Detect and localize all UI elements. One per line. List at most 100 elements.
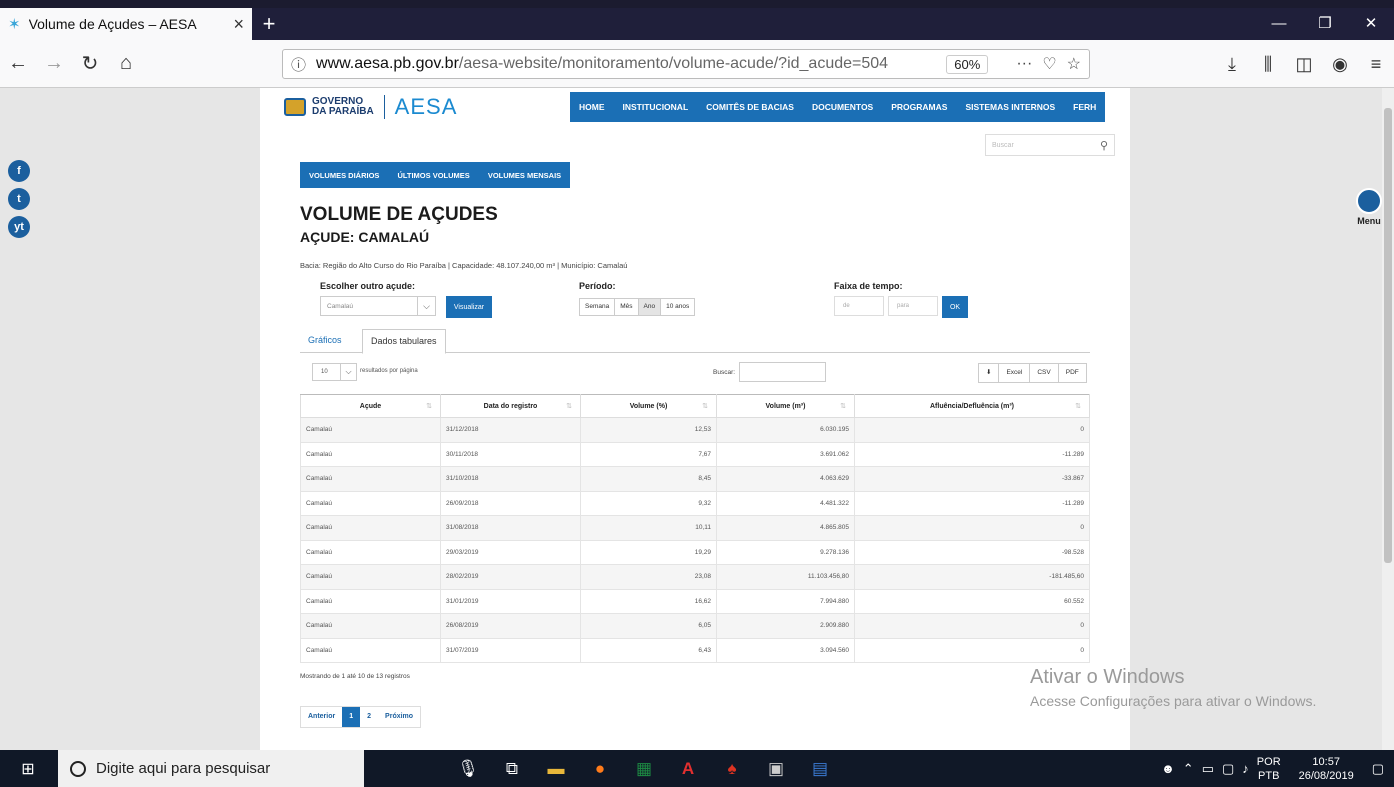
zoom-indicator[interactable]: 60%	[946, 54, 989, 74]
acrobat-icon[interactable]: ♠	[710, 759, 754, 779]
pager-page-2[interactable]: 2	[360, 707, 378, 727]
scrollbar-thumb[interactable]	[1384, 108, 1392, 563]
nav-comites[interactable]: COMITÊS DE BACIAS	[697, 102, 803, 112]
file-explorer-icon[interactable]: ▬	[534, 759, 578, 779]
reload-icon[interactable]: ↻	[72, 51, 108, 76]
clock[interactable]: 10:57 26/08/2019	[1299, 755, 1354, 783]
date-from-input[interactable]: de	[834, 296, 884, 316]
nav-programas[interactable]: PROGRAMAS	[882, 102, 956, 112]
access-icon[interactable]: A	[666, 759, 710, 779]
table-header-row: Açude ⇅ Data do registro ⇅ Volume (%) ⇅ Vol…	[300, 394, 1090, 418]
site-search-input[interactable]: Buscar ⚲	[985, 134, 1115, 156]
site-logo[interactable]: GOVERNO DA PARAÍBA AESA	[284, 94, 457, 120]
language-indicator[interactable]: POR PTB	[1257, 755, 1281, 783]
subnav-volumes-mensais[interactable]: VOLUMES MENSAIS	[479, 171, 570, 180]
pager-page-1[interactable]: 1	[342, 707, 361, 727]
period-semana[interactable]: Semana	[580, 299, 616, 315]
people-icon[interactable]: ☻	[1161, 761, 1175, 776]
close-window-icon[interactable]: ✕	[1348, 8, 1394, 40]
site-info-icon[interactable]: ⓘ	[291, 54, 306, 75]
account-icon[interactable]: ◉	[1322, 54, 1358, 75]
network-icon[interactable]: ▢	[1222, 761, 1234, 777]
pager-previous[interactable]: Anterior	[301, 707, 342, 727]
export-excel-button[interactable]: Excel	[999, 364, 1031, 382]
date-to-input[interactable]: para	[888, 296, 938, 316]
pocket-icon[interactable]: ♡	[1042, 54, 1056, 74]
search-icon[interactable]: ⚲	[1100, 139, 1108, 152]
library-icon[interactable]: ⫼	[1250, 54, 1286, 75]
taskbar-search[interactable]: Digite aqui para pesquisar	[58, 750, 364, 787]
col-acude[interactable]: Açude ⇅	[300, 394, 441, 418]
cell-afluencia: -98.528	[854, 539, 1090, 565]
address-bar[interactable]: ⓘ www.aesa.pb.gov.br/aesa-website/monito…	[282, 49, 1090, 79]
chevron-down-icon: ⌵	[340, 364, 356, 380]
forward-arrow-icon[interactable]: →	[36, 52, 72, 75]
table-row: Camalaú 31/01/2019 16,62 7.994.880 60.552	[300, 588, 1090, 614]
cell-acude: Camalaú	[300, 417, 441, 443]
col-volume-pct[interactable]: Volume (%) ⇅	[580, 394, 717, 418]
download-icon[interactable]: ⤓	[1214, 54, 1250, 75]
nav-sistemas[interactable]: SISTEMAS INTERNOS	[956, 102, 1064, 112]
ok-button[interactable]: OK	[942, 296, 968, 318]
youtube-icon[interactable]: yt	[8, 216, 30, 238]
tab-charts[interactable]: Gráficos	[308, 335, 342, 345]
volume-icon[interactable]: ♪	[1242, 761, 1249, 776]
task-view-icon[interactable]: ⧉	[490, 759, 534, 779]
window-top-edge	[0, 0, 1394, 8]
page-actions-icon[interactable]: ···	[1016, 55, 1032, 73]
paraiba-crest-icon	[284, 98, 306, 116]
battery-icon[interactable]: ▭	[1202, 761, 1214, 777]
period-mes[interactable]: Mês	[615, 299, 639, 315]
notifications-icon[interactable]: ▢	[1372, 761, 1384, 777]
nav-ferh[interactable]: FERH	[1064, 102, 1105, 112]
firefox-icon[interactable]: ●	[578, 759, 622, 779]
subnav-ultimos-volumes[interactable]: ÚLTIMOS VOLUMES	[388, 171, 478, 180]
view-button[interactable]: Visualizar	[446, 296, 492, 318]
export-csv-button[interactable]: CSV	[1030, 364, 1059, 382]
taskbar-search-placeholder: Digite aqui para pesquisar	[96, 760, 271, 777]
home-icon[interactable]: ⌂	[108, 52, 144, 75]
reservoir-select[interactable]: Camalaú ⌵	[320, 296, 436, 316]
sidebar-icon[interactable]: ◫	[1286, 54, 1322, 75]
nav-documentos[interactable]: DOCUMENTOS	[803, 102, 882, 112]
download-table-icon[interactable]: ⬇	[979, 364, 1000, 382]
table-row: Camalaú 31/12/2018 12,53 6.030.195 0	[300, 417, 1090, 443]
col-afluencia[interactable]: Afluência/Defluência (m³) ⇅	[854, 394, 1090, 418]
period-ano[interactable]: Ano	[638, 299, 662, 315]
twitter-icon[interactable]: t	[8, 188, 30, 210]
side-menu-button[interactable]: Menu	[1356, 188, 1382, 226]
pagination: Anterior 1 2 Próximo	[300, 706, 422, 728]
col-data[interactable]: Data do registro ⇅	[440, 394, 581, 418]
back-arrow-icon[interactable]: ←	[0, 52, 36, 75]
page-scrollbar[interactable]	[1382, 88, 1394, 750]
microphone-icon[interactable]: 🎙	[446, 759, 490, 779]
volumes-subnav: VOLUMES DIÁRIOS ÚLTIMOS VOLUMES VOLUMES …	[300, 162, 571, 188]
chevron-up-icon[interactable]: ⌃	[1183, 761, 1194, 777]
col-volume-m3[interactable]: Volume (m³) ⇅	[716, 394, 855, 418]
page-length-select[interactable]: 10 ⌵	[312, 363, 357, 381]
period-10-anos[interactable]: 10 anos	[661, 299, 694, 315]
table-search-input[interactable]	[739, 362, 826, 382]
export-pdf-button[interactable]: PDF	[1059, 364, 1086, 382]
tab-tabular-data[interactable]: Dados tabulares	[362, 329, 446, 354]
social-links: f t yt	[8, 160, 30, 238]
excel-icon[interactable]: ▦	[622, 759, 666, 779]
app-icon[interactable]: ▣	[754, 759, 798, 779]
hamburger-menu-icon[interactable]: ≡	[1358, 54, 1394, 75]
browser-tab[interactable]: ✶ Volume de Açudes – AESA ×	[0, 8, 252, 40]
word-icon[interactable]: ▤	[798, 759, 842, 779]
nav-institucional[interactable]: INSTITUCIONAL	[614, 102, 698, 112]
new-tab-button[interactable]: +	[252, 11, 286, 37]
minimize-icon[interactable]: —	[1256, 8, 1302, 40]
cell-volume-m3: 6.030.195	[716, 417, 855, 443]
pager-next[interactable]: Próximo	[378, 707, 420, 727]
subnav-volumes-diarios[interactable]: VOLUMES DIÁRIOS	[300, 171, 388, 180]
restore-icon[interactable]: ❐	[1302, 8, 1348, 40]
col-acude-label: Açude	[359, 402, 382, 410]
url-text[interactable]: www.aesa.pb.gov.br/aesa-website/monitora…	[316, 55, 946, 73]
nav-home[interactable]: HOME	[570, 102, 614, 112]
bookmark-star-icon[interactable]: ☆	[1067, 54, 1081, 74]
facebook-icon[interactable]: f	[8, 160, 30, 182]
tab-close-button[interactable]: ×	[233, 14, 244, 35]
windows-start-icon[interactable]: ⊞	[0, 759, 56, 779]
